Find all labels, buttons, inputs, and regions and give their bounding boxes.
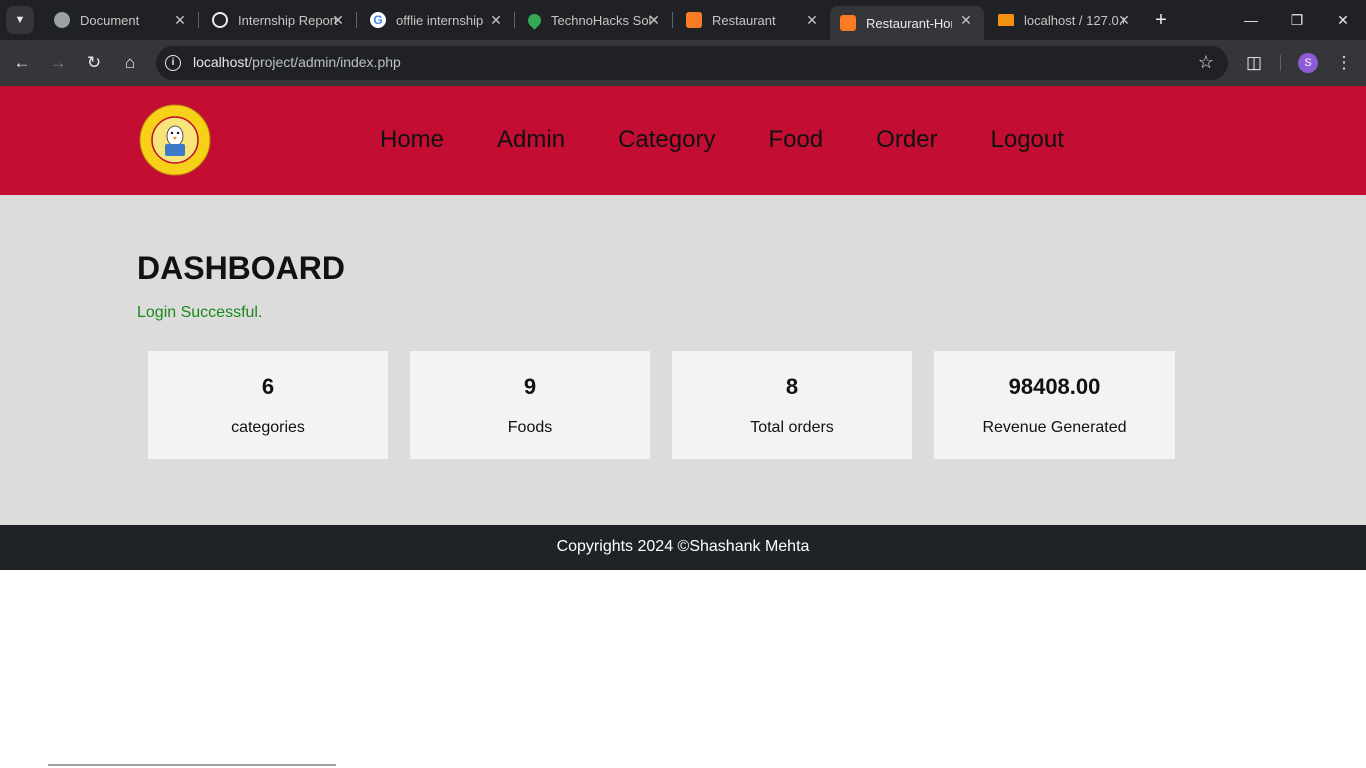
tab-title: TechnoHacks Solutions (551, 12, 651, 28)
back-arrow-icon[interactable]: ← (10, 51, 34, 75)
site-header: Home Admin Category Food Order Logout (0, 86, 1366, 195)
url-path: /project/admin/index.php (248, 54, 401, 70)
site-info-icon[interactable]: i (165, 55, 181, 71)
close-tab-icon[interactable]: ✕ (804, 12, 820, 28)
address-bar[interactable]: i localhost/project/admin/index.php ☆ (156, 46, 1228, 80)
page-title: DASHBOARD (137, 250, 345, 286)
profile-avatar[interactable]: S (1298, 53, 1318, 73)
phpmyadmin-icon (998, 14, 1014, 26)
new-tab-plus-icon[interactable]: + (1150, 10, 1172, 32)
close-tab-icon[interactable]: ✕ (646, 12, 662, 28)
nav-logout[interactable]: Logout (991, 126, 1064, 154)
url-text[interactable]: localhost/project/admin/index.php (193, 54, 401, 70)
minimize-icon[interactable]: — (1228, 0, 1274, 40)
nav-admin[interactable]: Admin (497, 126, 565, 154)
stat-label: Revenue Generated (982, 419, 1127, 436)
close-tab-icon[interactable]: ✕ (958, 12, 974, 28)
stat-value: 8 (785, 374, 799, 399)
google-icon: G (370, 12, 386, 28)
scroll-indicator-line (48, 764, 336, 766)
forward-arrow-icon[interactable]: → (46, 51, 70, 75)
tab-title: Internship Report (238, 12, 338, 28)
tab-title: Restaurant (712, 12, 776, 28)
tab-internship-report[interactable]: Internship Report ✕ (198, 0, 357, 40)
extensions-puzzle-icon[interactable]: ◫ (1242, 51, 1266, 75)
globe-icon (54, 12, 70, 28)
kebab-menu-icon[interactable]: ⋮ (1332, 51, 1356, 75)
dashboard-section: DASHBOARD Login Successful. 6 categories… (0, 195, 1366, 525)
stat-label: Total orders (750, 419, 834, 436)
stat-label: categories (231, 419, 305, 436)
close-window-icon[interactable]: ✕ (1320, 0, 1366, 40)
stat-card-revenue: 98408.00 Revenue Generated (934, 351, 1175, 459)
nav-category[interactable]: Category (618, 126, 715, 154)
los-pollos-logo[interactable] (137, 102, 213, 178)
close-tab-icon[interactable]: ✕ (172, 12, 188, 28)
login-success-message: Login Successful. (137, 304, 263, 321)
stat-value: 9 (523, 374, 537, 399)
tab-document[interactable]: Document ✕ (40, 0, 199, 40)
close-tab-icon[interactable]: ✕ (488, 12, 504, 28)
reload-icon[interactable]: ↻ (82, 51, 106, 75)
site-footer: Copyrights 2024 ©Shashank Mehta (0, 525, 1366, 570)
xampp-icon (840, 15, 856, 31)
main-nav: Home Admin Category Food Order Logout (380, 126, 1117, 154)
nav-food[interactable]: Food (768, 126, 823, 154)
tab-search-chevron-icon[interactable]: ▼ (6, 6, 34, 34)
stat-card-categories: 6 categories (148, 351, 388, 459)
tab-title: Restaurant-Home (866, 15, 952, 31)
tab-title: Document (80, 12, 140, 28)
tab-localhost-phpmyadmin[interactable]: localhost / 127.0.0.1 ✕ (984, 0, 1142, 40)
bookmark-star-icon[interactable]: ☆ (1198, 52, 1214, 73)
stat-value: 98408.00 (1008, 374, 1101, 399)
tab-offlie-internship[interactable]: G offlie internship ✕ (356, 0, 515, 40)
stat-value: 6 (261, 374, 275, 399)
close-tab-icon[interactable]: ✕ (330, 12, 346, 28)
page-viewport: Home Admin Category Food Order Logout DA… (0, 86, 1366, 768)
restore-icon[interactable]: ❐ (1274, 0, 1320, 40)
nav-order[interactable]: Order (876, 126, 937, 154)
browser-tab-bar: ▼ Document ✕ Internship Report ✕ G offli… (0, 0, 1366, 40)
tab-title: offlie internship (396, 12, 484, 28)
tab-restaurant-home[interactable]: Restaurant-Home ✕ (830, 6, 984, 40)
tab-restaurant[interactable]: Restaurant ✕ (672, 0, 830, 40)
url-host: localhost (193, 54, 249, 70)
browser-toolbar: ← → ↻ ⌂ i localhost/project/admin/index.… (0, 40, 1366, 86)
tab-technohacks[interactable]: TechnoHacks Solutions ✕ (514, 0, 673, 40)
maps-pin-icon (525, 10, 544, 30)
stat-card-total-orders: 8 Total orders (672, 351, 912, 459)
nav-home[interactable]: Home (380, 126, 444, 154)
xampp-icon (686, 12, 702, 28)
home-icon[interactable]: ⌂ (118, 51, 142, 75)
tab-title: localhost / 127.0.0.1 (1024, 12, 1124, 28)
close-tab-icon[interactable]: ✕ (1116, 12, 1132, 28)
stat-label: Foods (507, 419, 553, 436)
stat-card-foods: 9 Foods (410, 351, 650, 459)
chatgpt-icon (212, 12, 228, 28)
toolbar-divider (1280, 55, 1281, 71)
